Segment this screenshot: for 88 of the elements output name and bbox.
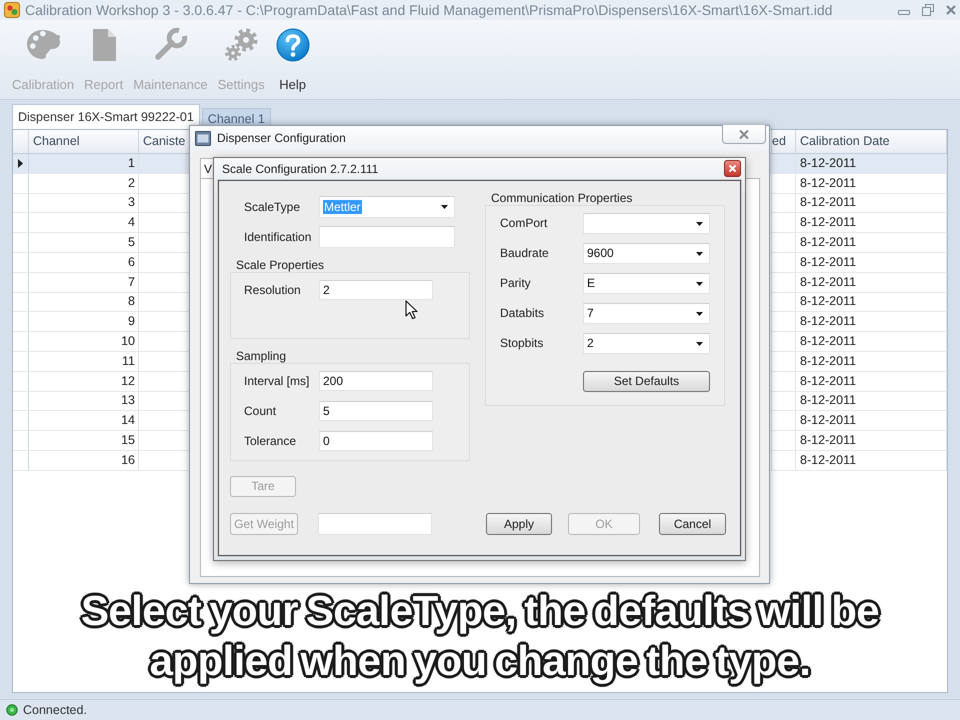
table-cell: 6 <box>29 252 139 272</box>
table-cell: 8-12-2011 <box>796 392 947 410</box>
field-label: Parity <box>499 276 532 291</box>
field-label: Count <box>243 404 278 418</box>
table-cell: 7 <box>29 272 139 292</box>
field-label: Interval [ms] <box>243 374 310 388</box>
field-label: Tolerance <box>243 434 298 448</box>
table-cell: 8-12-2011 <box>796 233 947 252</box>
group-title: Sampling <box>235 349 288 363</box>
table-cell: 8-12-2011 <box>796 450 947 470</box>
restore-icon[interactable] <box>921 3 935 17</box>
group-title: Scale Properties <box>235 258 326 272</box>
table-cell: 8-12-2011 <box>796 332 947 351</box>
window-icon <box>195 131 211 146</box>
close-icon <box>738 128 750 140</box>
tab[interactable]: Dispenser 16X-Smart 99222-01 <box>12 104 200 129</box>
window-title: Calibration Workshop 3 - 3.0.6.47 - C:\ProgramData\Fast and Fluid Management\PrismaPro\Dispensers\16X-Smart\16X-Smart.idd <box>25 2 832 18</box>
table-cell: 10 <box>29 332 139 351</box>
help-icon <box>274 27 311 63</box>
table-cell: 9 <box>29 312 139 332</box>
dialog-title: Dispenser Configuration <box>217 131 346 146</box>
text-field[interactable]: 2 <box>319 280 433 300</box>
text-field[interactable]: 5 <box>319 401 433 421</box>
table-cell: 8-12-2011 <box>796 154 947 173</box>
table-cell: 12 <box>29 372 139 391</box>
table-cell: 8-12-2011 <box>796 174 947 193</box>
tab[interactable]: V <box>200 158 214 178</box>
caret-icon <box>696 282 703 286</box>
caret-icon <box>696 312 703 316</box>
caption-text: Select your ScaleType, the defaults will be applied when you change the type. <box>80 586 880 686</box>
text-field[interactable]: 200 <box>319 371 433 391</box>
field-label: Identification <box>243 230 312 244</box>
table-cell: 15 <box>29 431 139 450</box>
column-header[interactable]: Channel <box>29 130 139 153</box>
table-cell: 8-12-2011 <box>796 272 947 292</box>
table-cell: 5 <box>29 233 139 252</box>
caret-icon <box>696 342 703 346</box>
dropdown-field[interactable]: E <box>583 273 710 294</box>
close-icon[interactable] <box>945 4 957 16</box>
close-button[interactable] <box>724 160 741 177</box>
close-icon <box>728 164 737 173</box>
caret-icon <box>441 205 448 209</box>
table-cell: 16 <box>29 450 139 470</box>
dialog-title: Scale Configuration 2.7.2.111 <box>222 162 378 176</box>
table-cell: 8-12-2011 <box>796 213 947 232</box>
table-cell: 1 <box>29 154 139 173</box>
table-cell: 8-12-2011 <box>796 411 947 430</box>
weight-field[interactable] <box>318 513 432 535</box>
dropdown-field[interactable]: 9600 <box>583 243 710 264</box>
table-cell: 8 <box>29 292 139 312</box>
app-icon <box>4 2 20 18</box>
group-title: Communication Properties <box>490 191 634 205</box>
table-cell: 14 <box>29 411 139 430</box>
table-cell: 8-12-2011 <box>796 431 947 450</box>
caret-icon <box>696 252 703 256</box>
dialog-button[interactable]: Cancel <box>659 513 726 535</box>
table-cell: 8-12-2011 <box>796 312 947 332</box>
column-header[interactable]: Calibration Date <box>796 130 947 153</box>
text-field[interactable] <box>319 226 455 248</box>
field-label: ScaleType <box>243 200 302 214</box>
table-cell: 8-12-2011 <box>796 252 947 272</box>
column-header[interactable]: ed <box>772 130 796 153</box>
dropdown-field[interactable]: 7 <box>583 303 710 324</box>
row-pointer-icon <box>18 158 23 168</box>
gears-icon <box>223 27 260 63</box>
table-cell: 13 <box>29 392 139 410</box>
table-cell: 4 <box>29 213 139 232</box>
table-cell: 8-12-2011 <box>796 372 947 391</box>
caret-icon <box>696 222 703 226</box>
toolbar-button[interactable]: Help <box>274 27 311 93</box>
field-label: Baudrate <box>499 246 550 261</box>
field-label: Resolution <box>243 282 302 298</box>
table-cell: 8-12-2011 <box>796 194 947 212</box>
dialog-button[interactable]: Apply <box>486 513 552 535</box>
mouse-pointer-icon <box>405 300 418 320</box>
table-cell: 2 <box>29 174 139 193</box>
table-cell: 11 <box>29 352 139 371</box>
field-label: Databits <box>499 306 546 321</box>
field-label: ComPort <box>499 216 548 231</box>
table-cell: 8-12-2011 <box>796 352 947 371</box>
table-cell: 8-12-2011 <box>796 292 947 312</box>
dropdown-field[interactable] <box>583 213 710 234</box>
set-defaults-button[interactable]: Set Defaults <box>583 371 710 392</box>
status-text: Connected. <box>23 702 87 718</box>
table-cell: 3 <box>29 194 139 212</box>
dropdown-field[interactable]: 2 <box>583 333 710 354</box>
text-field[interactable]: 0 <box>319 431 433 451</box>
field-label: Stopbits <box>499 336 544 351</box>
